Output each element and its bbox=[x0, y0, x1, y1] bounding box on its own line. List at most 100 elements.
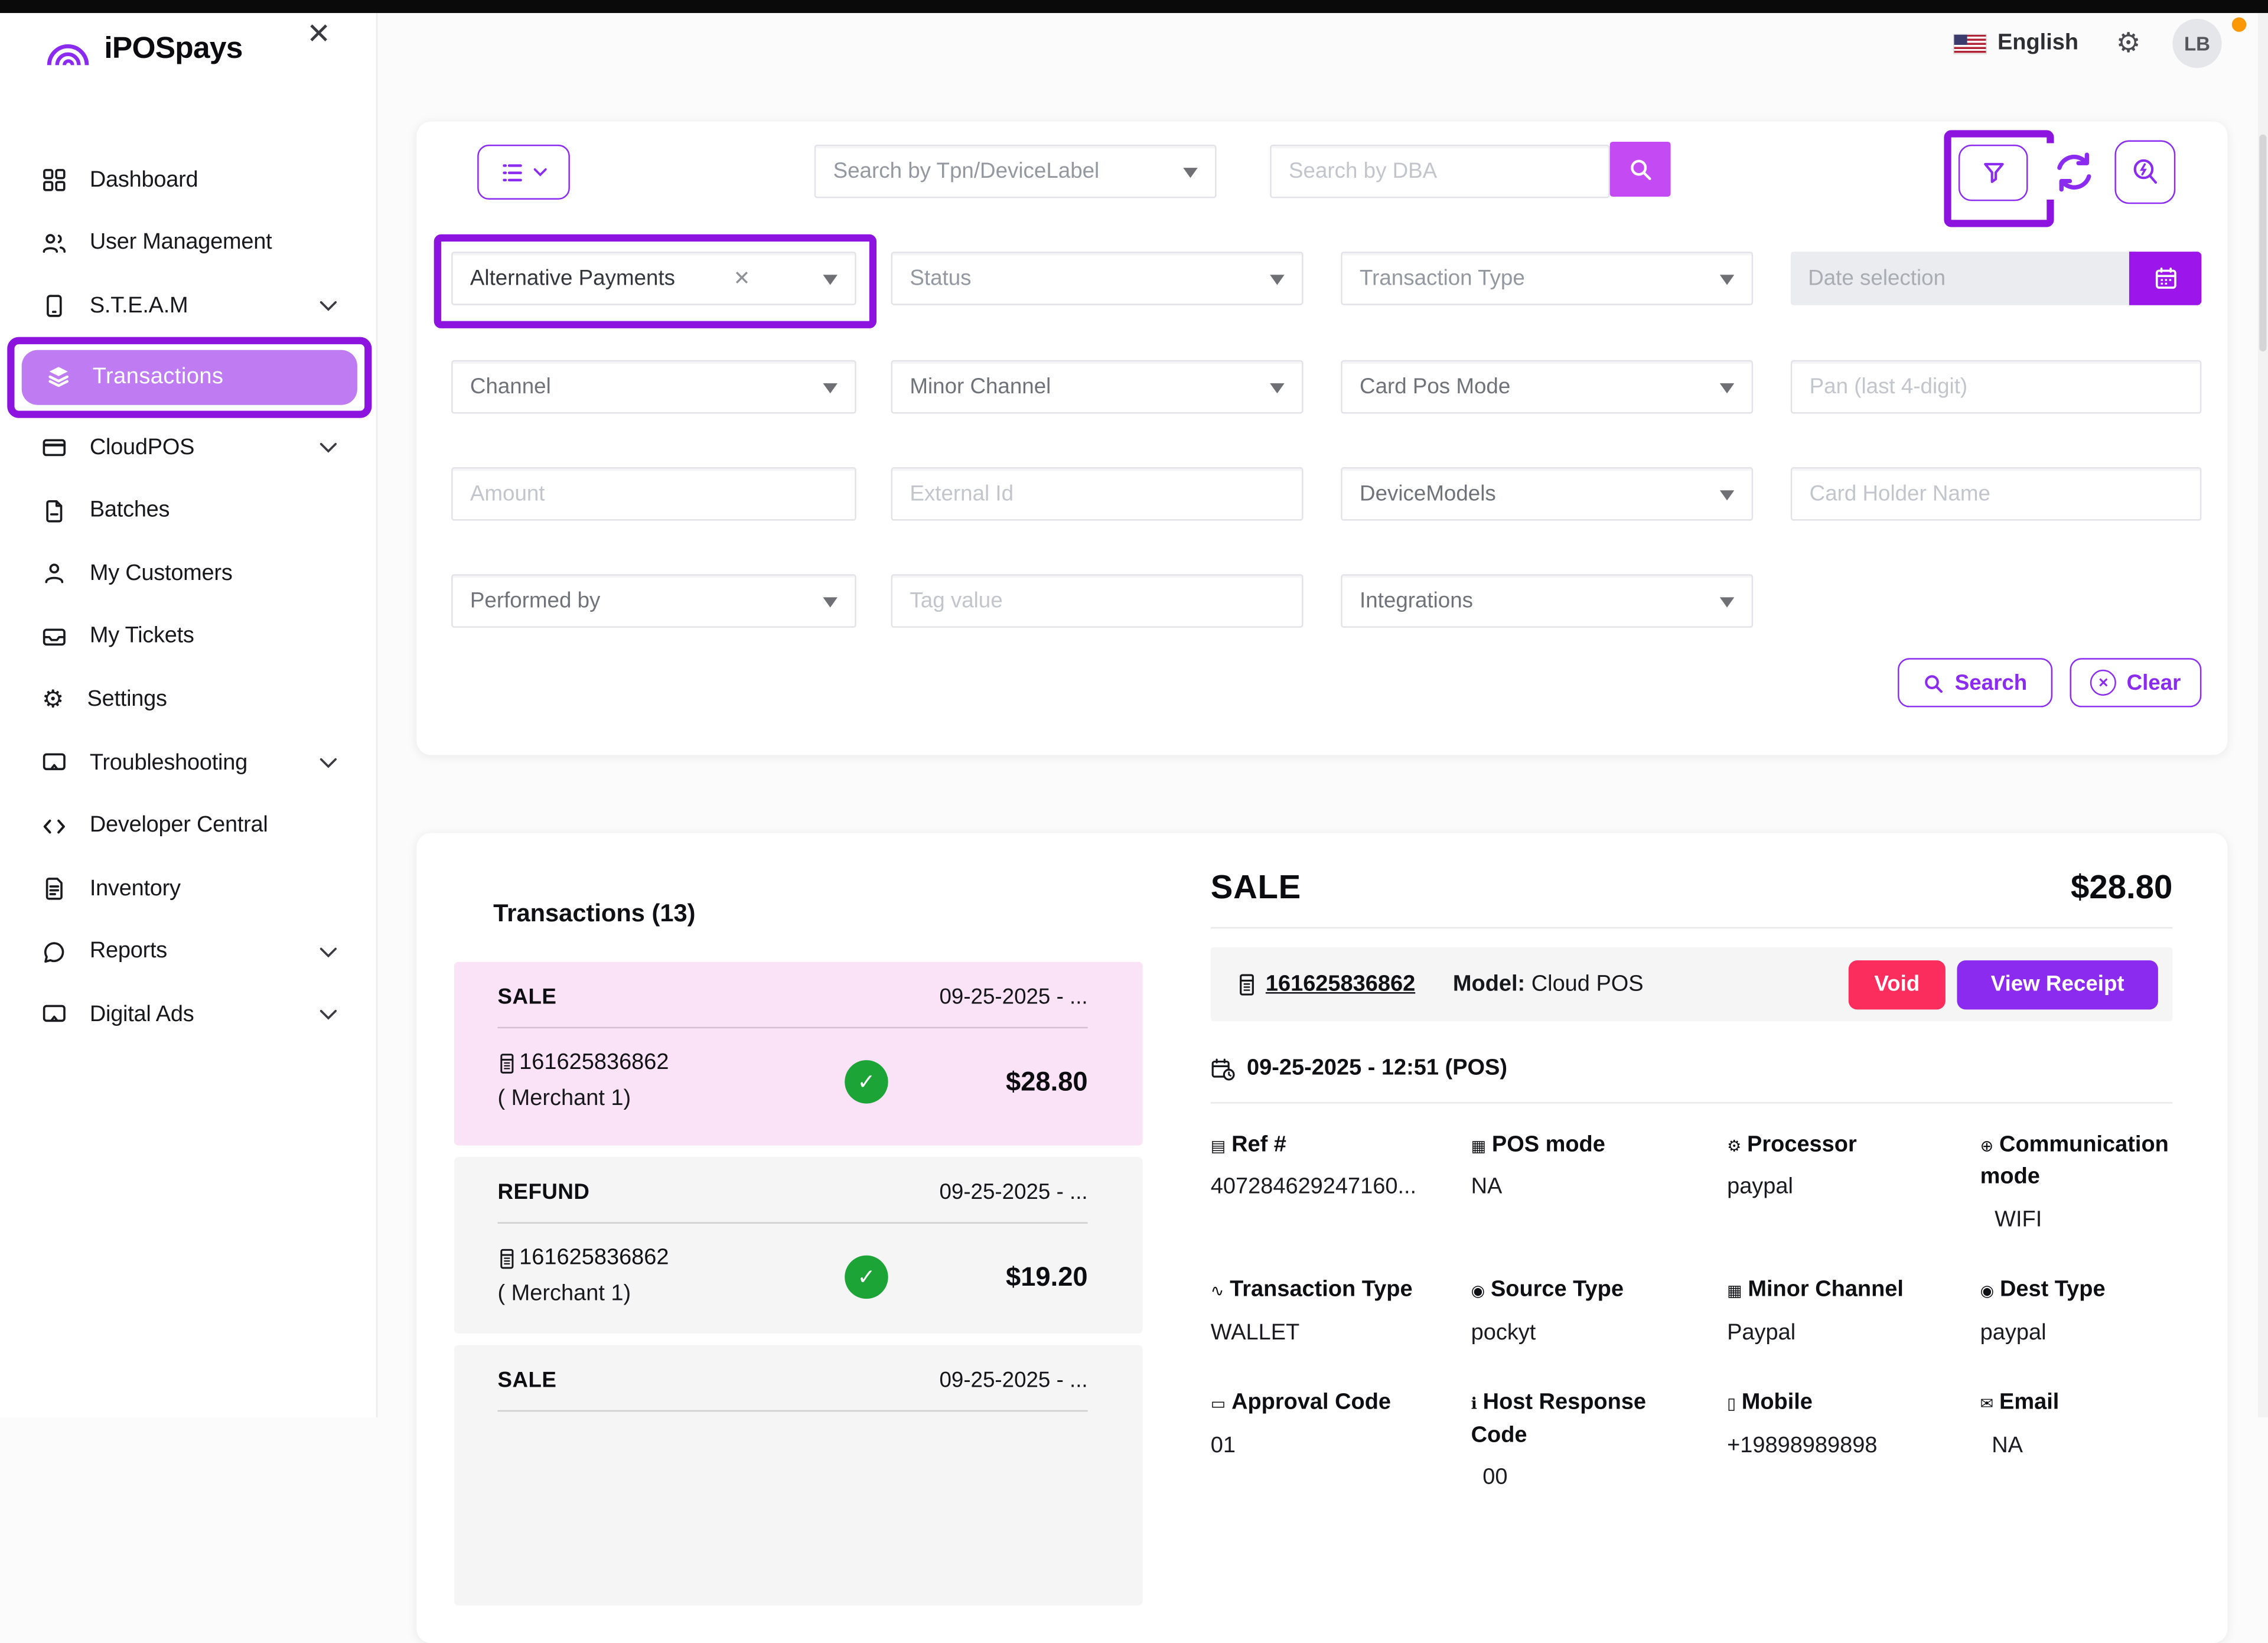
external-id-input[interactable] bbox=[891, 467, 1304, 521]
payment-category-value: Alternative Payments bbox=[470, 266, 675, 291]
refresh-button[interactable] bbox=[2045, 143, 2102, 200]
globe-icon: ⊕ bbox=[1980, 1138, 1994, 1155]
status-select[interactable]: Status bbox=[891, 252, 1304, 305]
view-toggle-button[interactable] bbox=[477, 145, 570, 200]
clear-button[interactable]: ✕ Clear bbox=[2070, 658, 2201, 707]
sidebar-item-label: Settings bbox=[87, 687, 167, 713]
search-button[interactable]: Search bbox=[1898, 658, 2052, 707]
sidebar-item-settings[interactable]: ⚙ Settings bbox=[0, 669, 376, 732]
field-label: Ref # bbox=[1231, 1133, 1286, 1158]
credit-card-icon bbox=[42, 435, 67, 460]
sidebar-item-developer-central[interactable]: Developer Central bbox=[0, 794, 376, 858]
date-selection-input[interactable] bbox=[1791, 252, 2129, 305]
field-label: Host Response Code bbox=[1471, 1390, 1646, 1448]
channel-select[interactable]: Channel bbox=[451, 360, 856, 414]
sidebar-item-label: Digital Ads bbox=[90, 1002, 194, 1028]
detail-tpn-link[interactable]: 161625836862 bbox=[1266, 971, 1415, 997]
refresh-icon bbox=[2049, 147, 2098, 196]
field-approval-code: ▭Approval Code 01 bbox=[1211, 1387, 1471, 1495]
detail-datetime-row: 09-25-2025 - 12:51 (POS) bbox=[1211, 1056, 2173, 1082]
field-value: NA bbox=[1980, 1430, 2189, 1463]
transaction-row-sale[interactable]: SALE 09-25-2025 - ... bbox=[454, 1345, 1143, 1606]
pos-terminal-icon bbox=[497, 1052, 516, 1074]
device-models-select[interactable]: DeviceModels bbox=[1341, 467, 1753, 521]
minor-channel-select[interactable]: Minor Channel bbox=[891, 360, 1304, 414]
field-label: Email bbox=[1999, 1390, 2059, 1415]
code-icon bbox=[42, 814, 67, 839]
transaction-tpn: 161625836862 bbox=[519, 1050, 669, 1076]
sidebar-item-batches[interactable]: Batches bbox=[0, 480, 376, 543]
settings-gear-icon[interactable]: ⚙ bbox=[2116, 30, 2141, 57]
card-pos-mode-select[interactable]: Card Pos Mode bbox=[1341, 360, 1753, 414]
dropdown-arrow-icon bbox=[1183, 167, 1197, 184]
tpn-device-select[interactable]: Search by Tpn/DeviceLabel bbox=[814, 145, 1217, 198]
transaction-row-refund[interactable]: REFUND 09-25-2025 - ... 161625836862 ( M… bbox=[454, 1157, 1143, 1334]
sidebar-item-inventory[interactable]: Inventory bbox=[0, 858, 376, 921]
sidebar-item-label: Troubleshooting bbox=[90, 750, 247, 776]
detail-amount: $28.80 bbox=[2071, 868, 2172, 907]
performed-by-select[interactable]: Performed by bbox=[451, 574, 856, 628]
dba-search-input[interactable] bbox=[1270, 145, 1610, 198]
detail-model: Model: Cloud POS bbox=[1453, 971, 1644, 997]
field-host-response-code: ℹHost Response Code 00 bbox=[1471, 1387, 1727, 1495]
model-value: Cloud POS bbox=[1525, 971, 1643, 996]
clear-selection-icon[interactable]: ✕ bbox=[734, 266, 765, 291]
sidebar-nav: Dashboard User Management S.T.E.A.M Tran… bbox=[0, 149, 376, 1047]
device-models-placeholder: DeviceModels bbox=[1360, 482, 1496, 507]
field-mobile: ▯Mobile +19898989898 bbox=[1727, 1387, 1980, 1495]
view-receipt-button[interactable]: View Receipt bbox=[1957, 960, 2158, 1009]
chevron-down-icon bbox=[320, 758, 337, 768]
sidebar-item-label: S.T.E.A.M bbox=[90, 294, 188, 320]
page-scrollbar[interactable] bbox=[2258, 13, 2268, 1417]
transaction-type-select[interactable]: Transaction Type bbox=[1341, 252, 1753, 305]
dropdown-arrow-icon bbox=[1270, 383, 1284, 400]
amount-input[interactable] bbox=[451, 467, 856, 521]
chevron-down-icon bbox=[320, 1010, 337, 1020]
field-value: WIFI bbox=[1980, 1205, 2189, 1237]
integrations-select[interactable]: Integrations bbox=[1341, 574, 1753, 628]
sidebar-item-reports[interactable]: Reports bbox=[0, 921, 376, 984]
user-avatar[interactable]: LB bbox=[2172, 19, 2221, 68]
sidebar-item-label: Reports bbox=[90, 939, 167, 965]
filter-button[interactable] bbox=[1959, 145, 2028, 201]
field-value: WALLET bbox=[1211, 1318, 1471, 1350]
dropdown-arrow-icon bbox=[823, 383, 837, 400]
dropdown-arrow-icon bbox=[1720, 596, 1734, 614]
tag-value-input[interactable] bbox=[891, 574, 1304, 628]
top-black-bar bbox=[0, 0, 2268, 13]
performed-by-placeholder: Performed by bbox=[470, 589, 601, 614]
scrollbar-thumb[interactable] bbox=[2259, 135, 2266, 351]
dba-search-button[interactable] bbox=[1610, 142, 1671, 197]
transactions-title: Transactions (13) bbox=[493, 899, 695, 928]
field-label: Dest Type bbox=[2000, 1277, 2106, 1302]
terminal-icon: ▦ bbox=[1727, 1283, 1742, 1300]
field-label: Transaction Type bbox=[1230, 1277, 1412, 1302]
language-selector[interactable]: English bbox=[1997, 30, 2078, 56]
transaction-row-sale-selected[interactable]: SALE 09-25-2025 - ... 161625836862 ( Mer… bbox=[454, 962, 1143, 1146]
sidebar-item-user-management[interactable]: User Management bbox=[0, 212, 376, 275]
card-holder-name-input[interactable] bbox=[1791, 467, 2202, 521]
sidebar-item-transactions[interactable]: Transactions bbox=[22, 350, 357, 405]
sidebar-item-transactions-wrap: Transactions bbox=[0, 338, 376, 416]
sidebar-item-cloudpos[interactable]: CloudPOS bbox=[0, 416, 376, 480]
dashboard-icon bbox=[42, 168, 67, 193]
close-sidebar-icon[interactable]: ✕ bbox=[307, 20, 331, 49]
dropdown-arrow-icon bbox=[1720, 274, 1734, 291]
quick-search-button[interactable] bbox=[2114, 141, 2175, 204]
signal-icon: ∿ bbox=[1211, 1283, 1224, 1300]
detail-type: SALE bbox=[1211, 868, 1301, 907]
person-icon: ◉ bbox=[1980, 1283, 1995, 1300]
void-button[interactable]: Void bbox=[1849, 960, 1946, 1009]
sidebar-item-troubleshooting[interactable]: Troubleshooting bbox=[0, 732, 376, 795]
sidebar-item-digital-ads[interactable]: Digital Ads bbox=[0, 984, 376, 1047]
gear-icon: ⚙ bbox=[42, 687, 64, 712]
calendar-button[interactable] bbox=[2129, 252, 2201, 305]
sidebar-item-my-tickets[interactable]: My Tickets bbox=[0, 605, 376, 669]
sidebar-item-my-customers[interactable]: My Customers bbox=[0, 542, 376, 605]
sidebar-item-steam[interactable]: S.T.E.A.M bbox=[0, 275, 376, 338]
transaction-merchant: ( Merchant 1) bbox=[497, 1282, 772, 1308]
detail-fields-grid: ▤Ref # 407284629247160... ▦POS mode NA ⚙… bbox=[1211, 1130, 2173, 1495]
payment-category-select[interactable]: Alternative Payments ✕ bbox=[451, 252, 856, 305]
sidebar-item-dashboard[interactable]: Dashboard bbox=[0, 149, 376, 212]
pan-input[interactable] bbox=[1791, 360, 2202, 414]
